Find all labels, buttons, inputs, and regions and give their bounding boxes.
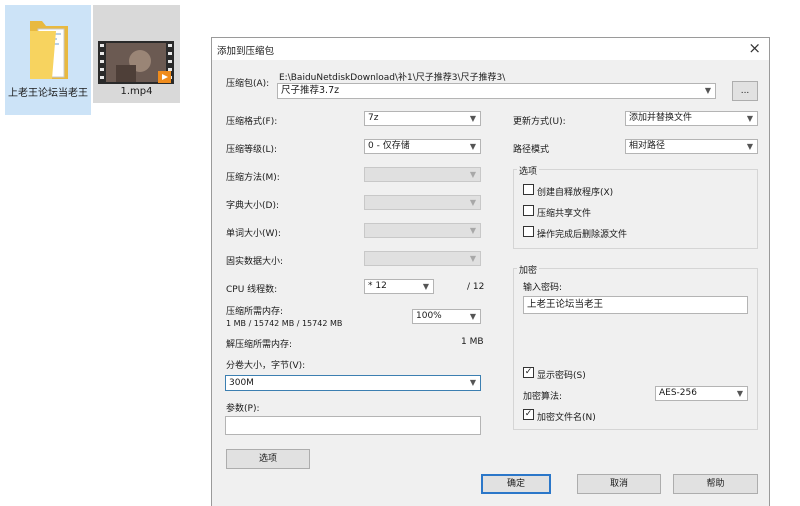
shared-checkbox[interactable] <box>523 205 534 216</box>
cpu-max: / 12 <box>467 282 485 292</box>
params-label: 参数(P): <box>226 404 260 414</box>
delete-checkbox[interactable] <box>523 226 534 237</box>
shared-label[interactable]: 压缩共享文件 <box>537 206 591 219</box>
close-icon[interactable]: × <box>748 39 761 57</box>
params-input[interactable] <box>225 416 481 435</box>
chevron-down-icon[interactable]: ▼ <box>705 84 711 98</box>
desktop-video-item[interactable]: 1.mp4 <box>93 5 180 103</box>
archive-path: E:\BaiduNetdiskDownload\补1\尺子推荐3\尺子推荐3\ <box>279 73 506 83</box>
checkmark-icon: ✓ <box>524 409 533 419</box>
video-file-icon <box>98 41 174 84</box>
add-to-archive-dialog: 添加到压缩包 × 压缩包(A): E:\BaiduNetdiskDownload… <box>211 37 770 506</box>
chevron-down-icon[interactable]: ▼ <box>470 376 476 390</box>
chevron-down-icon: ▼ <box>746 142 753 151</box>
password-value: 上老王论坛当老王 <box>527 299 604 310</box>
encrypt-names-label[interactable]: 加密文件名(N) <box>537 410 596 423</box>
desktop-folder-item[interactable]: 上老王论坛当老王 <box>5 5 91 115</box>
browse-button[interactable]: ... <box>732 81 758 101</box>
mem-compress-detail: 1 MB / 15742 MB / 15742 MB <box>226 319 343 328</box>
ok-button[interactable]: 确定 <box>481 474 551 494</box>
checkmark-icon: ✓ <box>524 367 533 377</box>
level-value: 0 - 仅存储 <box>368 141 410 151</box>
encrypt-names-checkbox[interactable]: ✓ <box>523 409 534 420</box>
dialog-title: 添加到压缩包 <box>217 46 275 57</box>
solid-select[interactable]: ▼ <box>364 251 481 266</box>
chevron-down-icon: ▼ <box>469 170 476 179</box>
pathmode-value: 相对路径 <box>629 141 666 151</box>
mem-decompress-value: 1 MB <box>461 337 484 347</box>
cpu-label: CPU 线程数: <box>226 285 278 295</box>
show-password-label[interactable]: 显示密码(S) <box>537 368 586 381</box>
level-select[interactable]: 0 - 仅存储 ▼ <box>364 139 481 154</box>
dict-label: 字典大小(D): <box>226 201 279 211</box>
archive-name-value: 尺子推荐3.7z <box>281 85 340 96</box>
enc-method-select[interactable]: AES-256 ▼ <box>655 386 748 401</box>
cpu-select[interactable]: * 12 ▼ <box>364 279 434 294</box>
chevron-down-icon: ▼ <box>469 198 476 207</box>
delete-label[interactable]: 操作完成后删除源文件 <box>537 227 627 240</box>
chevron-down-icon: ▼ <box>469 114 476 123</box>
pathmode-select[interactable]: 相对路径 ▼ <box>625 139 758 154</box>
sfx-checkbox[interactable] <box>523 184 534 195</box>
enc-method-label: 加密算法: <box>523 392 563 402</box>
help-button[interactable]: 帮助 <box>673 474 758 494</box>
desktop-folder-label: 上老王论坛当老王 <box>8 88 88 99</box>
mem-decompress-label: 解压缩所需内存: <box>226 340 293 350</box>
archive-label: 压缩包(A): <box>226 79 270 89</box>
volume-value: 300M <box>229 378 254 388</box>
chevron-down-icon: ▼ <box>469 254 476 263</box>
format-label: 压缩格式(F): <box>226 117 278 127</box>
cpu-value: * 12 <box>368 281 387 291</box>
update-value: 添加并替换文件 <box>629 113 693 123</box>
mem-percent-value: 100% <box>416 311 442 321</box>
mem-percent-select[interactable]: 100% ▼ <box>412 309 481 324</box>
folder-icon <box>30 21 68 79</box>
enc-method-value: AES-256 <box>659 388 697 398</box>
method-select[interactable]: ▼ <box>364 167 481 182</box>
volume-label: 分卷大小，字节(V): <box>226 361 306 371</box>
sfx-label[interactable]: 创建自释放程序(X) <box>537 185 613 198</box>
dict-select[interactable]: ▼ <box>364 195 481 210</box>
archive-name-combo[interactable]: 尺子推荐3.7z ▼ <box>277 83 716 99</box>
volume-combo[interactable]: 300M ▼ <box>225 375 481 391</box>
word-label: 单词大小(W): <box>226 229 281 239</box>
show-password-checkbox[interactable]: ✓ <box>523 367 534 378</box>
chevron-down-icon: ▼ <box>746 114 753 123</box>
chevron-down-icon: ▼ <box>469 312 476 321</box>
pathmode-label: 路径模式 <box>513 145 550 155</box>
chevron-down-icon: ▼ <box>422 282 429 291</box>
cancel-button[interactable]: 取消 <box>577 474 661 494</box>
format-value: 7z <box>368 113 379 123</box>
encryption-group-title: 加密 <box>517 263 540 276</box>
update-label: 更新方式(U): <box>513 117 566 127</box>
word-select[interactable]: ▼ <box>364 223 481 238</box>
solid-label: 固实数据大小: <box>226 257 284 267</box>
desktop-video-label: 1.mp4 <box>120 86 153 97</box>
update-select[interactable]: 添加并替换文件 ▼ <box>625 111 758 126</box>
password-label: 输入密码: <box>523 283 563 293</box>
password-input[interactable]: 上老王论坛当老王 <box>523 296 748 314</box>
chevron-down-icon: ▼ <box>736 389 743 398</box>
chevron-down-icon: ▼ <box>469 142 476 151</box>
options-button[interactable]: 选项 <box>226 449 310 469</box>
format-select[interactable]: 7z ▼ <box>364 111 481 126</box>
level-label: 压缩等级(L): <box>226 145 278 155</box>
options-group-title: 选项 <box>517 164 540 177</box>
chevron-down-icon: ▼ <box>469 226 476 235</box>
dialog-titlebar: 添加到压缩包 × <box>212 38 769 60</box>
method-label: 压缩方法(M): <box>226 173 280 183</box>
mem-compress-label: 压缩所需内存: <box>226 307 284 317</box>
